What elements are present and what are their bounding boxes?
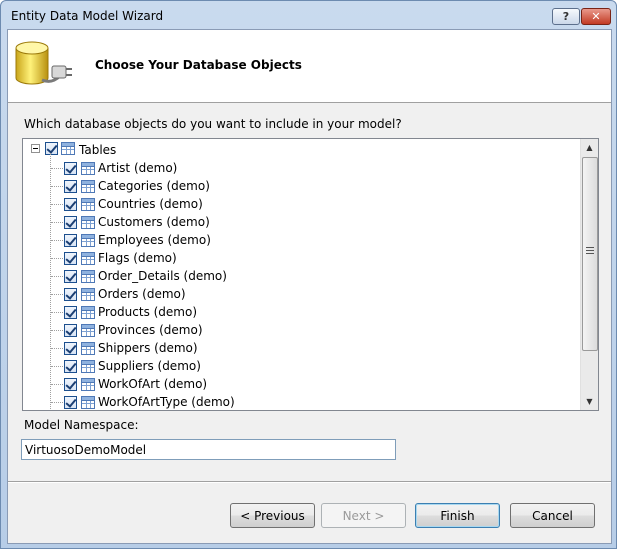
scroll-down-icon[interactable]: ▼ bbox=[581, 393, 598, 410]
table-icon bbox=[81, 252, 95, 265]
table-item-label: Employees (demo) bbox=[98, 233, 211, 247]
tree-connector bbox=[51, 204, 63, 205]
database-objects-tree[interactable]: Tables Artist (demo) Categories (demo) Cou… bbox=[22, 138, 599, 411]
tree-connector bbox=[51, 168, 63, 169]
table-checkbox[interactable] bbox=[64, 288, 77, 301]
tree-item[interactable]: Categories (demo) bbox=[23, 177, 579, 195]
table-item-label: Countries (demo) bbox=[98, 197, 203, 211]
scroll-up-icon[interactable]: ▲ bbox=[581, 139, 598, 156]
table-icon bbox=[81, 180, 95, 193]
previous-button[interactable]: < Previous bbox=[230, 503, 315, 528]
table-icon bbox=[81, 396, 95, 409]
tree-item[interactable]: Orders (demo) bbox=[23, 285, 579, 303]
model-namespace-label: Model Namespace: bbox=[24, 418, 139, 432]
table-icon bbox=[81, 198, 95, 211]
wizard-window: Entity Data Model Wizard ? ✕ Choose Your… bbox=[0, 0, 617, 549]
tree-connector bbox=[51, 294, 63, 295]
tree-item[interactable]: Products (demo) bbox=[23, 303, 579, 321]
finish-button[interactable]: Finish bbox=[415, 503, 500, 528]
table-checkbox[interactable] bbox=[64, 324, 77, 337]
table-checkbox[interactable] bbox=[64, 396, 77, 409]
table-item-label: Products (demo) bbox=[98, 305, 198, 319]
tree-connector bbox=[51, 312, 63, 313]
table-icon bbox=[81, 378, 95, 391]
tree-connector bbox=[51, 276, 63, 277]
table-checkbox[interactable] bbox=[64, 162, 77, 175]
tree-connector bbox=[51, 222, 63, 223]
page-title: Choose Your Database Objects bbox=[95, 58, 302, 72]
tree-connector bbox=[51, 186, 63, 187]
wizard-client-area: Choose Your Database Objects Which datab… bbox=[7, 29, 612, 544]
cancel-button[interactable]: Cancel bbox=[510, 503, 595, 528]
table-icon bbox=[81, 216, 95, 229]
table-item-label: Provinces (demo) bbox=[98, 323, 203, 337]
tree-item[interactable]: Provinces (demo) bbox=[23, 321, 579, 339]
table-checkbox[interactable] bbox=[64, 378, 77, 391]
table-item-label: Order_Details (demo) bbox=[98, 269, 227, 283]
tree-root-label[interactable]: Tables bbox=[79, 143, 116, 157]
table-item-label: Shippers (demo) bbox=[98, 341, 198, 355]
table-icon bbox=[81, 306, 95, 319]
table-icon bbox=[81, 234, 95, 247]
table-icon bbox=[81, 342, 95, 355]
table-item-label: Orders (demo) bbox=[98, 287, 186, 301]
tree-vertical-scrollbar[interactable]: ▲ ▼ bbox=[580, 139, 598, 410]
table-checkbox[interactable] bbox=[64, 234, 77, 247]
tree-connector bbox=[51, 402, 63, 403]
tables-folder-icon bbox=[61, 142, 75, 155]
help-button[interactable]: ? bbox=[552, 8, 580, 25]
collapse-toggle-icon[interactable] bbox=[31, 144, 40, 153]
title-bar[interactable]: Entity Data Model Wizard ? ✕ bbox=[1, 1, 616, 29]
tables-checkbox[interactable] bbox=[45, 142, 58, 155]
table-checkbox[interactable] bbox=[64, 270, 77, 283]
table-item-label: Categories (demo) bbox=[98, 179, 210, 193]
table-icon bbox=[81, 288, 95, 301]
tree-connector bbox=[51, 240, 63, 241]
tree-item[interactable]: Employees (demo) bbox=[23, 231, 579, 249]
model-namespace-input[interactable] bbox=[21, 439, 396, 460]
scroll-grip-icon bbox=[586, 247, 594, 254]
window-title: Entity Data Model Wizard bbox=[11, 9, 164, 23]
close-button[interactable]: ✕ bbox=[581, 8, 611, 25]
table-checkbox[interactable] bbox=[64, 216, 77, 229]
table-checkbox[interactable] bbox=[64, 198, 77, 211]
table-checkbox[interactable] bbox=[64, 360, 77, 373]
table-checkbox[interactable] bbox=[64, 252, 77, 265]
table-icon bbox=[81, 270, 95, 283]
tree-content: Tables Artist (demo) Categories (demo) Cou… bbox=[23, 139, 579, 410]
objects-prompt: Which database objects do you want to in… bbox=[24, 117, 402, 131]
tree-item[interactable]: WorkOfArtType (demo) bbox=[23, 393, 579, 410]
table-item-label: Suppliers (demo) bbox=[98, 359, 201, 373]
table-icon bbox=[81, 360, 95, 373]
scrollbar-thumb[interactable] bbox=[582, 157, 598, 351]
tree-connector bbox=[51, 258, 63, 259]
table-checkbox[interactable] bbox=[64, 342, 77, 355]
tree-item[interactable]: Countries (demo) bbox=[23, 195, 579, 213]
table-checkbox[interactable] bbox=[64, 306, 77, 319]
tree-connector bbox=[51, 384, 63, 385]
footer-divider bbox=[8, 481, 611, 483]
database-plug-icon bbox=[15, 41, 72, 85]
tree-item[interactable]: Customers (demo) bbox=[23, 213, 579, 231]
tree-item[interactable]: WorkOfArt (demo) bbox=[23, 375, 579, 393]
tree-item[interactable]: Suppliers (demo) bbox=[23, 357, 579, 375]
table-item-label: Artist (demo) bbox=[98, 161, 178, 175]
wizard-header: Choose Your Database Objects bbox=[8, 30, 611, 103]
tree-connector bbox=[51, 330, 63, 331]
table-item-label: Flags (demo) bbox=[98, 251, 177, 265]
table-checkbox[interactable] bbox=[64, 180, 77, 193]
tree-connector bbox=[51, 348, 63, 349]
tree-item[interactable]: Order_Details (demo) bbox=[23, 267, 579, 285]
table-item-label: WorkOfArtType (demo) bbox=[98, 395, 235, 409]
table-item-label: WorkOfArt (demo) bbox=[98, 377, 208, 391]
tree-connector bbox=[51, 366, 63, 367]
tree-item[interactable]: Artist (demo) bbox=[23, 159, 579, 177]
next-button[interactable]: Next > bbox=[321, 503, 406, 528]
tree-item[interactable]: Flags (demo) bbox=[23, 249, 579, 267]
tree-item[interactable]: Shippers (demo) bbox=[23, 339, 579, 357]
table-icon bbox=[81, 162, 95, 175]
table-item-label: Customers (demo) bbox=[98, 215, 210, 229]
table-icon bbox=[81, 324, 95, 337]
